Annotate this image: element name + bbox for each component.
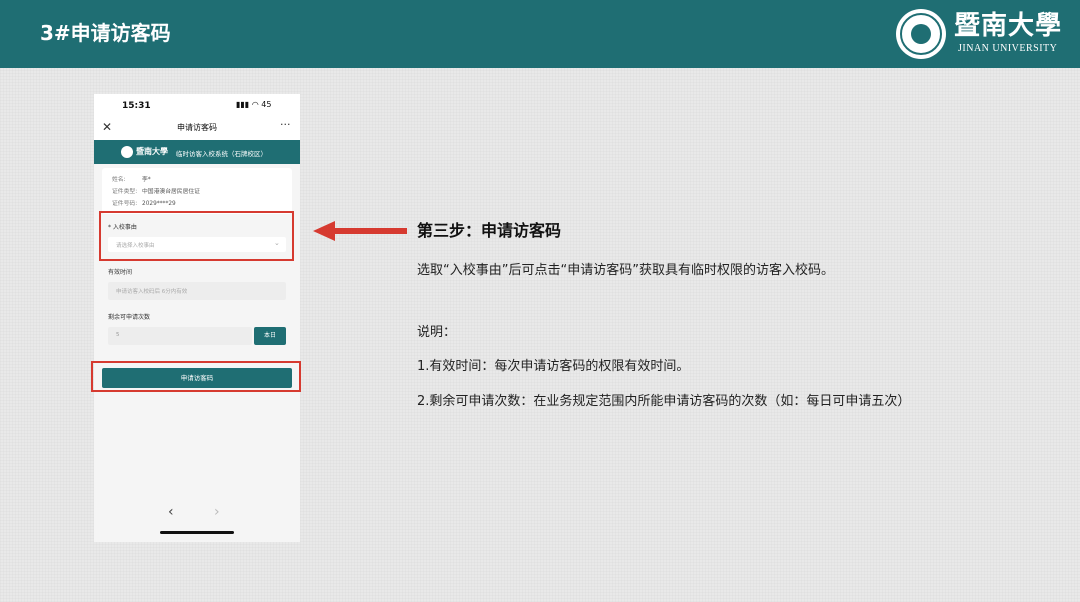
info-label: 证件类型: xyxy=(112,189,138,195)
slide-title: 3#申请访客码 xyxy=(40,21,171,45)
mini-app-navbar: ✕ 申请访客码 ··· xyxy=(94,116,300,140)
status-bar: 15:31 ▮▮▮ ◠ 45 xyxy=(94,94,300,116)
home-indicator xyxy=(160,531,234,534)
info-value: 2029****29 xyxy=(142,201,176,207)
info-row-id-type: 证件类型: 中国港澳台居民居住证 xyxy=(112,186,200,195)
browser-bottom-nav: ‹ › xyxy=(94,502,300,542)
info-label: 姓名: xyxy=(112,177,126,183)
forward-arrow-icon[interactable]: › xyxy=(214,504,220,520)
slide-header: 3#申请访客码 暨南大學 JINAN UNIVERSITY xyxy=(0,0,1080,68)
note-title: 说明： xyxy=(417,325,457,340)
seal-icon xyxy=(121,146,133,158)
step-heading: 第三步：申请访客码 xyxy=(417,221,562,240)
remaining-count-label: 剩余可申请次数 xyxy=(108,314,151,321)
more-icon[interactable]: ··· xyxy=(280,118,291,131)
visitor-info-card: 姓名: 李* 证件类型: 中国港澳台居民居住证 证件号码: 2029****29 xyxy=(102,168,292,214)
close-icon[interactable]: ✕ xyxy=(102,120,112,134)
logo-chinese-name: 暨南大學 xyxy=(954,11,1063,41)
system-brand: 暨南大學 xyxy=(136,146,168,156)
signal-wifi-battery-icon: ▮▮▮ ◠ 45 xyxy=(236,100,272,109)
info-label: 证件号码: xyxy=(112,201,138,207)
today-button[interactable]: 本日 xyxy=(254,327,286,345)
reason-highlight-box xyxy=(99,211,294,261)
red-pointer-arrow-icon xyxy=(313,221,407,241)
logo-english-name: JINAN UNIVERSITY xyxy=(958,43,1058,54)
info-row-id-number: 证件号码: 2029****29 xyxy=(112,198,176,207)
valid-time-field: 申请访客入校码后 6分内有效 xyxy=(108,282,286,300)
university-logo: 暨南大學 JINAN UNIVERSITY xyxy=(896,7,1066,61)
status-time: 15:31 xyxy=(122,101,151,111)
info-row-name: 姓名: 李* xyxy=(112,174,151,183)
info-value: 李* xyxy=(142,177,151,183)
info-value: 中国港澳台居民居住证 xyxy=(142,189,200,195)
seal-icon xyxy=(896,9,946,59)
page-title: 申请访客码 xyxy=(177,123,217,132)
remaining-count-value: 5 xyxy=(116,332,120,338)
phone-screenshot: 15:31 ▮▮▮ ◠ 45 ✕ 申请访客码 ··· 暨南大學 临时访客入校系统… xyxy=(94,94,300,542)
note-item-valid-time: 1.有效时间：每次申请访客码的权限有效时间。 xyxy=(417,359,690,374)
apply-highlight-box xyxy=(91,361,301,392)
remaining-count-field: 5 xyxy=(108,327,252,345)
step-description: 选取“入校事由”后可点击“申请访客码”获取具有临时权限的访客入校码。 xyxy=(417,263,834,278)
valid-time-label: 有效时间 xyxy=(108,269,133,276)
valid-time-placeholder: 申请访客入校码后 6分内有效 xyxy=(116,289,188,295)
back-arrow-icon[interactable]: ‹ xyxy=(168,504,174,520)
system-banner: 暨南大學 临时访客入校系统（石牌校区） xyxy=(94,140,300,164)
note-item-remaining-count: 2.剩余可申请次数：在业务规定范围内所能申请访客码的次数（如：每日可申请五次） xyxy=(417,394,911,409)
system-name: 临时访客入校系统（石牌校区） xyxy=(176,150,267,158)
